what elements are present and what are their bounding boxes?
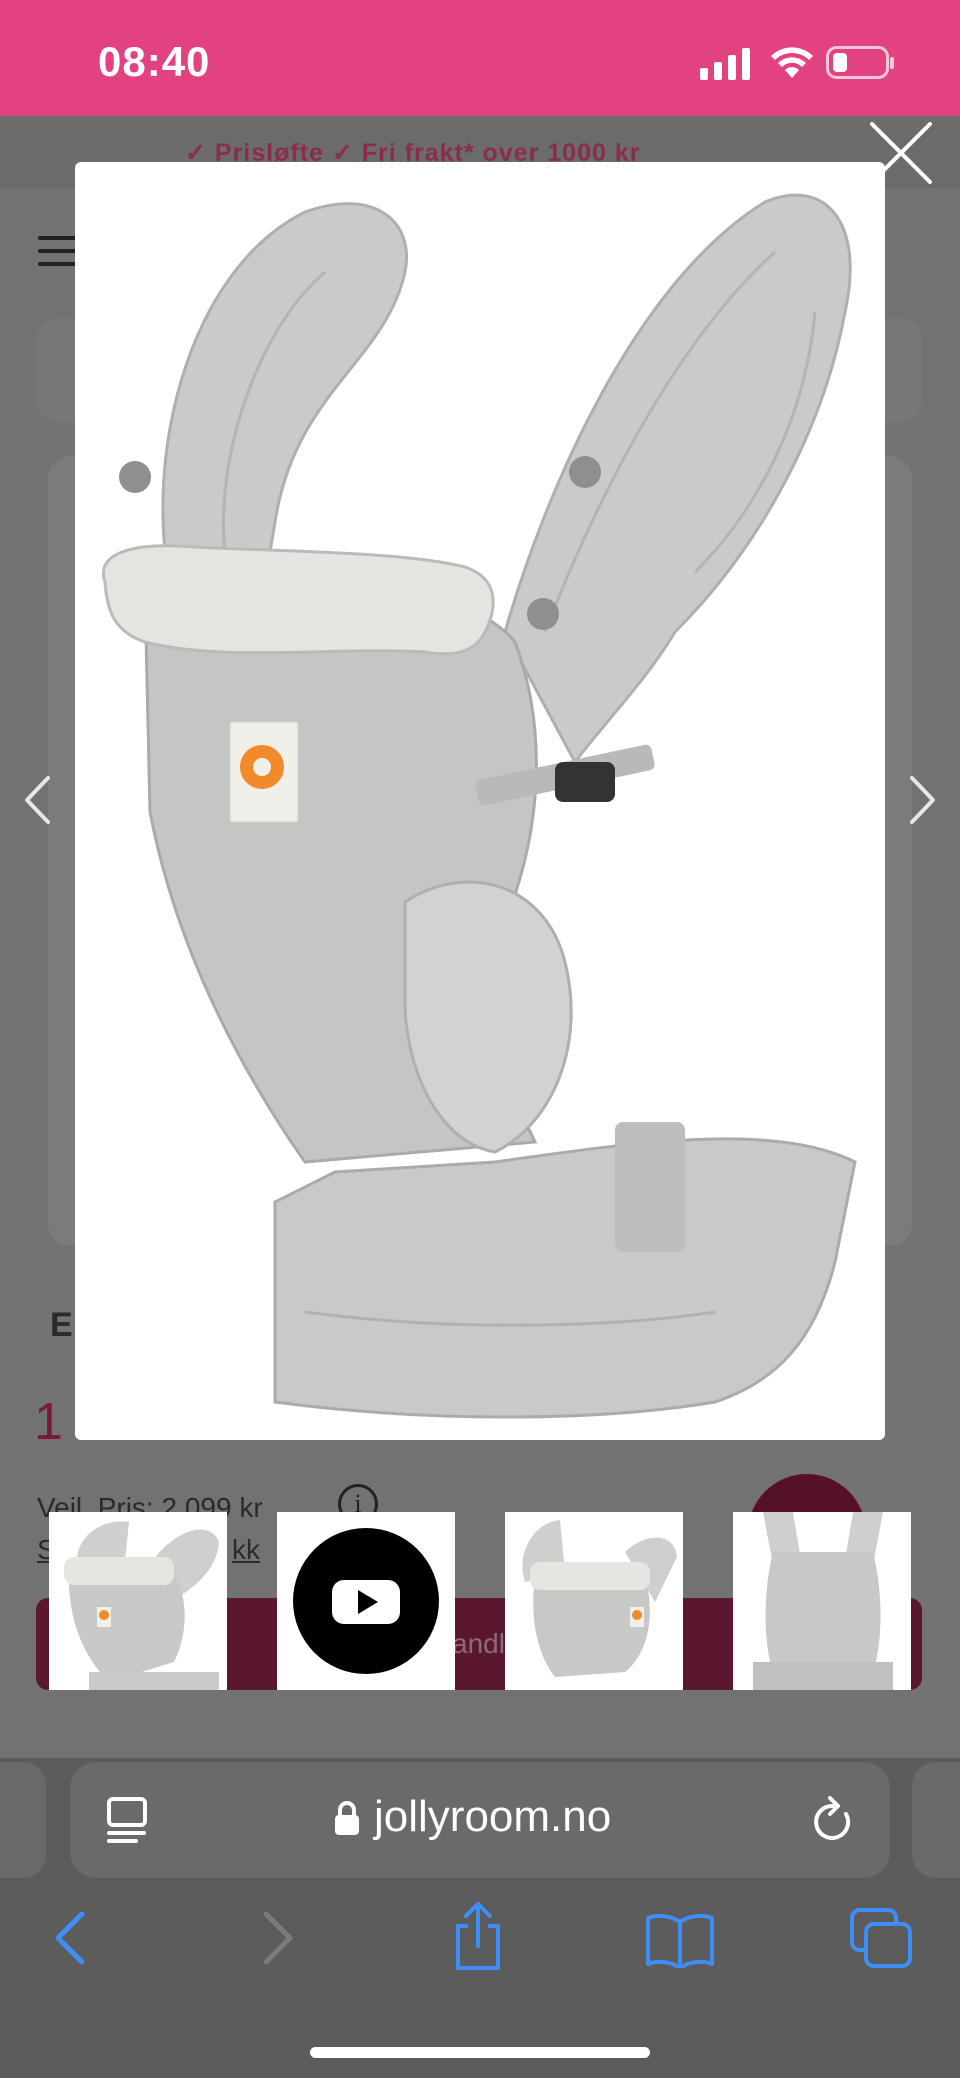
hamburger-menu-icon[interactable] — [38, 236, 78, 268]
chevron-left-icon[interactable] — [22, 774, 52, 826]
product-title: E — [50, 1306, 73, 1344]
url-text[interactable]: jollyroom.no — [374, 1792, 611, 1842]
forward-arrow-icon[interactable] — [260, 1910, 296, 1966]
carrier-back-thumbnail-icon — [753, 1512, 893, 1690]
product-price: 1 — [34, 1393, 63, 1451]
home-indicator — [310, 2047, 650, 2058]
share-icon[interactable] — [450, 1900, 506, 1972]
lock-icon — [335, 1801, 359, 1835]
carrier-thumbnail-icon — [64, 1521, 219, 1690]
baby-carrier-image — [102, 193, 857, 1419]
cellular-signal-icon — [700, 48, 750, 80]
add-to-cart-label: andl — [452, 1628, 505, 1659]
wifi-icon — [771, 47, 813, 78]
reader-mode-icon[interactable] — [106, 1796, 150, 1844]
thumbnail-4[interactable] — [733, 1512, 911, 1690]
reload-icon[interactable] — [810, 1794, 856, 1844]
previous-tab-preview[interactable] — [0, 1762, 46, 1878]
chevron-right-icon[interactable] — [908, 774, 938, 826]
thumbnail-3[interactable] — [505, 1512, 683, 1690]
thumbnail-video[interactable] — [277, 1512, 455, 1690]
status-time: 08:40 — [98, 38, 211, 85]
next-tab-preview[interactable] — [912, 1762, 960, 1878]
bookmarks-icon[interactable] — [644, 1912, 716, 1968]
modal-product-image[interactable] — [75, 162, 885, 1440]
back-arrow-icon[interactable] — [52, 1910, 88, 1966]
close-icon[interactable] — [866, 118, 936, 188]
carrier-thumbnail-icon — [522, 1520, 677, 1677]
youtube-play-icon — [293, 1528, 439, 1674]
thumbnail-1[interactable] — [49, 1512, 227, 1690]
product-link-end[interactable]: kk — [232, 1534, 260, 1566]
battery-icon — [826, 46, 894, 79]
tabs-icon[interactable] — [848, 1906, 914, 1970]
